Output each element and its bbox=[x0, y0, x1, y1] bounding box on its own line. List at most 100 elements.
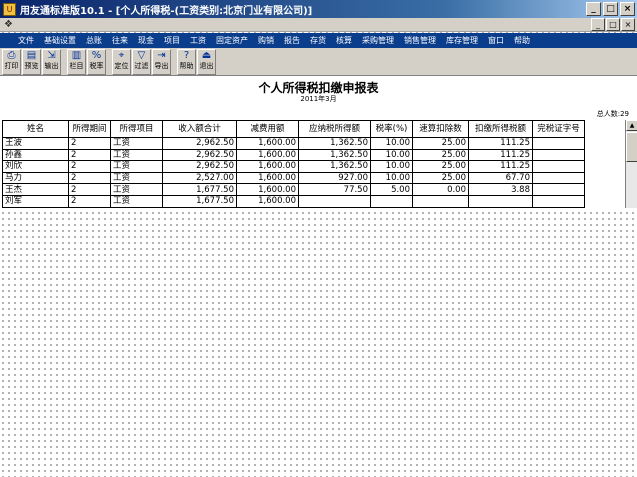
col-header-deduction[interactable]: 减费用额 bbox=[236, 120, 299, 138]
col-header-name[interactable]: 姓名 bbox=[2, 120, 69, 138]
table-cell[interactable]: 1,600.00 bbox=[236, 148, 299, 162]
table-cell[interactable]: 2 bbox=[68, 194, 111, 208]
preview-button[interactable]: ▤ 预览 bbox=[22, 48, 41, 75]
table-cell[interactable]: 1,677.50 bbox=[162, 183, 237, 196]
vertical-scrollbar[interactable]: ▲ bbox=[625, 120, 637, 208]
table-cell[interactable]: 刘欣 bbox=[2, 160, 69, 173]
table-cell[interactable]: 彭静 bbox=[2, 206, 69, 208]
table-cell[interactable]: 工资 bbox=[110, 183, 163, 196]
export-file-button[interactable]: ⇥ 导出 bbox=[152, 48, 171, 75]
table-cell[interactable]: 1,600.00 bbox=[236, 194, 299, 208]
menu-cash[interactable]: 现金 bbox=[138, 35, 154, 46]
table-cell[interactable]: 1,600.00 bbox=[236, 137, 299, 150]
columns-button[interactable]: ▥ 栏目 bbox=[67, 48, 86, 75]
menu-purchase-mgmt[interactable]: 采购管理 bbox=[362, 35, 394, 46]
table-cell[interactable]: 927.00 bbox=[298, 171, 371, 185]
menu-purchase-sales[interactable]: 购销 bbox=[258, 35, 274, 46]
table-row[interactable]: 王杰 2 工资 1,677.50 1,600.00 77.50 5.00 0.00 3.88 bbox=[2, 183, 585, 196]
col-header-item[interactable]: 所得项目 bbox=[110, 120, 163, 138]
table-row[interactable]: 孙鑫 2 工资 2,962.50 1,600.00 1,362.50 10.00 25.00 1… bbox=[2, 148, 585, 162]
menu-file[interactable]: 文件 bbox=[18, 35, 34, 46]
child-close-button[interactable]: × bbox=[621, 18, 635, 31]
table-cell[interactable]: 2 bbox=[68, 206, 111, 208]
table-cell[interactable]: 2,962.50 bbox=[162, 148, 237, 162]
menu-stock-mgmt[interactable]: 库存管理 bbox=[446, 35, 478, 46]
close-button[interactable]: × bbox=[620, 2, 635, 16]
table-cell[interactable]: 10.00 bbox=[370, 171, 413, 185]
table-cell[interactable]: 工资 bbox=[110, 206, 163, 208]
scroll-thumb[interactable] bbox=[626, 132, 637, 162]
table-cell[interactable] bbox=[298, 206, 371, 208]
col-header-certificate-no[interactable]: 完税证字号 bbox=[532, 120, 585, 138]
table-cell[interactable]: 25.00 bbox=[412, 137, 469, 150]
table-cell[interactable]: 1,362.50 bbox=[298, 137, 371, 150]
table-cell[interactable] bbox=[532, 183, 585, 196]
exit-button[interactable]: ⏏ 退出 bbox=[197, 48, 216, 75]
table-cell[interactable]: 马力 bbox=[2, 171, 69, 185]
menu-basic-settings[interactable]: 基础设置 bbox=[44, 35, 76, 46]
table-cell[interactable] bbox=[532, 206, 585, 208]
col-header-tax-rate[interactable]: 税率(%) bbox=[370, 120, 413, 138]
col-header-withheld-tax[interactable]: 扣缴所得税额 bbox=[468, 120, 533, 138]
menu-window[interactable]: 窗口 bbox=[488, 35, 504, 46]
table-cell[interactable]: 2 bbox=[68, 160, 111, 173]
menu-fixed-assets[interactable]: 固定资产 bbox=[216, 35, 248, 46]
menu-help[interactable]: 帮助 bbox=[514, 35, 530, 46]
menu-project[interactable]: 项目 bbox=[164, 35, 180, 46]
menu-inventory[interactable]: 存货 bbox=[310, 35, 326, 46]
table-cell[interactable]: 111.25 bbox=[468, 148, 533, 162]
col-header-period[interactable]: 所得期间 bbox=[68, 120, 111, 138]
table-cell[interactable] bbox=[468, 206, 533, 208]
help-button[interactable]: ? 帮助 bbox=[177, 48, 196, 75]
maximize-button[interactable]: □ bbox=[603, 2, 618, 16]
menu-accounts[interactable]: 往来 bbox=[112, 35, 128, 46]
table-cell[interactable]: 2,527.00 bbox=[162, 206, 237, 208]
table-cell[interactable]: 1,600.00 bbox=[236, 183, 299, 196]
locate-button[interactable]: ⌖ 定位 bbox=[112, 48, 131, 75]
table-cell[interactable]: 工资 bbox=[110, 160, 163, 173]
table-cell[interactable]: 25.00 bbox=[412, 160, 469, 173]
table-cell[interactable] bbox=[298, 194, 371, 208]
scroll-up-icon[interactable]: ▲ bbox=[626, 120, 637, 131]
table-cell[interactable]: 工资 bbox=[110, 194, 163, 208]
filter-button[interactable]: ▽ 过滤 bbox=[132, 48, 151, 75]
table-cell[interactable]: 工资 bbox=[110, 148, 163, 162]
table-cell[interactable]: 1,677.50 bbox=[162, 194, 237, 208]
export-button[interactable]: ⇲ 输出 bbox=[42, 48, 61, 75]
child-minimize-button[interactable]: _ bbox=[591, 18, 605, 31]
tax-rate-button[interactable]: % 税率 bbox=[87, 48, 106, 75]
table-cell[interactable]: 77.50 bbox=[298, 183, 371, 196]
table-cell[interactable]: 工资 bbox=[110, 171, 163, 185]
col-header-taxable-income[interactable]: 应纳税所得额 bbox=[298, 120, 371, 138]
table-cell[interactable] bbox=[370, 194, 413, 208]
table-cell[interactable]: 刘军 bbox=[2, 194, 69, 208]
table-cell[interactable]: 10.00 bbox=[370, 137, 413, 150]
menu-accounting[interactable]: 核算 bbox=[336, 35, 352, 46]
table-row[interactable]: 彭静2工资2,527.001,600.00 bbox=[2, 206, 585, 208]
table-cell[interactable] bbox=[532, 194, 585, 208]
table-cell[interactable]: 2,962.50 bbox=[162, 137, 237, 150]
table-cell[interactable] bbox=[532, 171, 585, 185]
table-row[interactable]: 王波 2 工资 2,962.50 1,600.00 1,362.50 10.00 25.00 1… bbox=[2, 137, 585, 150]
table-cell[interactable] bbox=[532, 137, 585, 150]
table-cell[interactable]: 111.25 bbox=[468, 160, 533, 173]
table-cell[interactable]: 2 bbox=[68, 148, 111, 162]
document-icon[interactable]: ❖ bbox=[4, 19, 13, 30]
table-cell[interactable]: 2,527.00 bbox=[162, 171, 237, 185]
table-cell[interactable]: 孙鑫 bbox=[2, 148, 69, 162]
table-cell[interactable]: 25.00 bbox=[412, 171, 469, 185]
col-header-income-total[interactable]: 收入额合计 bbox=[162, 120, 237, 138]
minimize-button[interactable]: _ bbox=[586, 2, 601, 16]
table-cell[interactable]: 工资 bbox=[110, 137, 163, 150]
table-cell[interactable] bbox=[370, 206, 413, 208]
col-header-quick-deduction[interactable]: 速算扣除数 bbox=[412, 120, 469, 138]
table-cell[interactable] bbox=[532, 160, 585, 173]
table-cell[interactable] bbox=[532, 148, 585, 162]
menu-payroll[interactable]: 工资 bbox=[190, 35, 206, 46]
table-cell[interactable]: 111.25 bbox=[468, 137, 533, 150]
table-cell[interactable]: 5.00 bbox=[370, 183, 413, 196]
table-cell[interactable]: 67.70 bbox=[468, 171, 533, 185]
table-cell[interactable]: 25.00 bbox=[412, 148, 469, 162]
table-cell[interactable]: 2,962.50 bbox=[162, 160, 237, 173]
table-row[interactable]: 马力 2 工资 2,527.00 1,600.00 927.00 10.00 25.00 67.… bbox=[2, 171, 585, 185]
